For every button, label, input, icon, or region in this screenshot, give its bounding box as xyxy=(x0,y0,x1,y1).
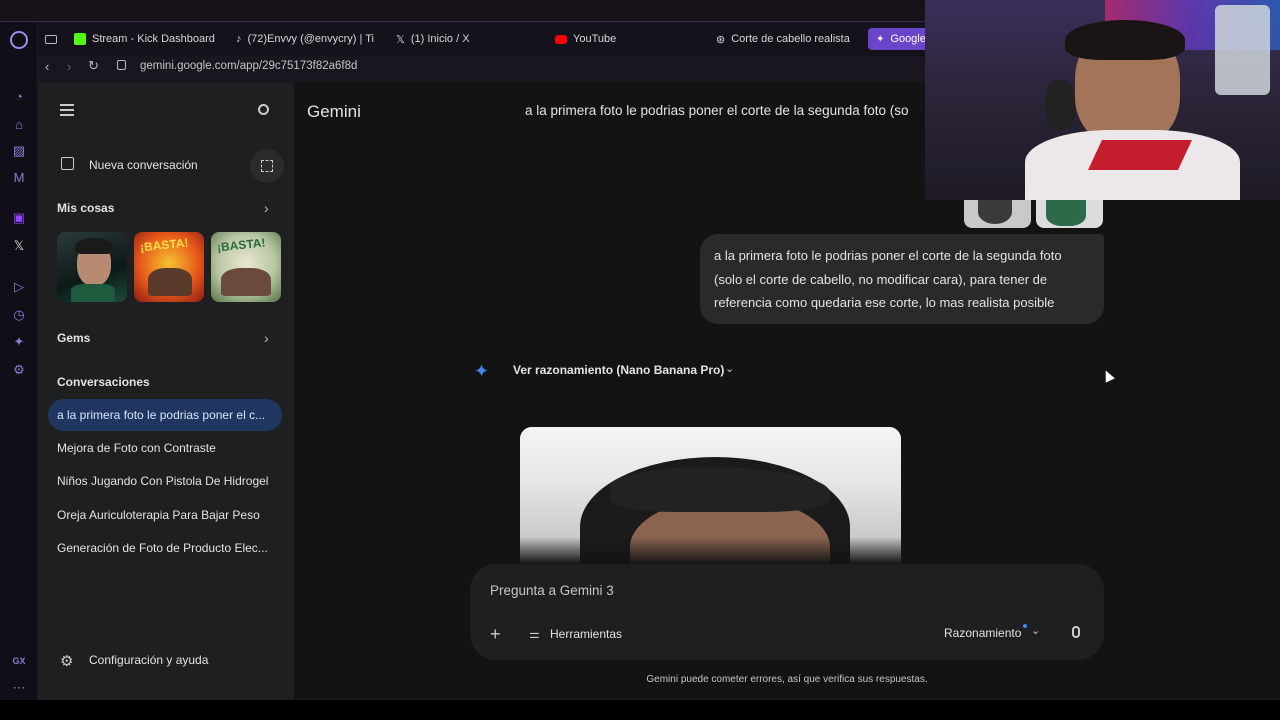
tab-label: Stream - Kick Dashboard xyxy=(92,33,215,45)
tab-label: YouTube xyxy=(573,33,617,45)
tab-label: (72)Envvy (@envycry) | Ti xyxy=(247,33,375,45)
disclaimer-text: Gemini puede cometer errores, así que ve… xyxy=(646,674,928,685)
conversations-heading: Conversaciones xyxy=(57,375,150,389)
chevron-right-icon[interactable]: › xyxy=(264,200,269,216)
aria-icon[interactable]: ◔ xyxy=(11,89,27,105)
reload-icon[interactable]: ↻ xyxy=(88,58,99,74)
prompt-composer xyxy=(470,564,1104,660)
new-chat-button[interactable]: Nueva conversación xyxy=(89,158,198,172)
kick-icon xyxy=(74,33,86,45)
generated-image[interactable] xyxy=(520,427,901,564)
tab-tiktok[interactable]: ♪ (72)Envvy (@envycry) | Ti xyxy=(236,30,376,48)
tab-gemini-active[interactable]: ✦ Google xyxy=(868,28,925,50)
extensions-icon[interactable]: ✦ xyxy=(11,334,27,350)
player-icon[interactable]: ▷ xyxy=(11,279,27,295)
settings-rail-icon[interactable]: ⚙ xyxy=(11,362,27,378)
opera-sidebar-rail: ◔ ⌂ ▨ M ▣ 𝕏 ▷ ◷ ✦ ⚙ GX ⋯ xyxy=(0,22,38,700)
tools-icon[interactable]: ⚌ xyxy=(529,627,540,641)
settings-help-button[interactable]: Configuración y ayuda xyxy=(89,653,208,667)
tab-label: Google xyxy=(890,33,925,45)
tab-x[interactable]: 𝕏 (1) Inicio / X xyxy=(396,30,546,48)
show-reasoning-toggle[interactable]: Ver razonamiento (Nano Banana Pro) xyxy=(513,363,724,377)
my-stuff-heading[interactable]: Mis cosas xyxy=(57,201,114,215)
chevron-down-icon[interactable]: ⌄ xyxy=(725,362,734,375)
tab-youtube[interactable]: YouTube xyxy=(555,30,705,48)
chatgpt-icon: ⊛ xyxy=(716,33,726,46)
new-chat-icon[interactable] xyxy=(61,157,74,170)
prompt-input[interactable]: Pregunta a Gemini 3 xyxy=(490,583,614,598)
tiktok-icon: ♪ xyxy=(236,33,242,45)
tabs-icon[interactable]: ▨ xyxy=(11,143,27,159)
my-stuff-thumbnail-basta-2[interactable]: ¡BASTA! xyxy=(211,232,281,302)
temporary-chat-icon xyxy=(261,160,273,172)
tab-list-icon[interactable] xyxy=(45,30,57,48)
mode-chevron-icon[interactable]: ⌄ xyxy=(1031,624,1040,637)
my-stuff-thumbnail-basta-1[interactable]: ¡BASTA! xyxy=(134,232,204,302)
attached-image-1[interactable] xyxy=(964,200,1031,228)
screen-bottom-border xyxy=(0,700,1280,720)
tab-label: Corte de cabello realista xyxy=(731,33,850,45)
conversation-item[interactable]: Oreja Auriculoterapia Para Bajar Peso xyxy=(57,508,277,522)
gems-heading[interactable]: Gems xyxy=(57,331,90,345)
chat-title[interactable]: a la primera foto le podrias poner el co… xyxy=(525,103,925,118)
conversation-item[interactable]: Mejora de Foto con Contraste xyxy=(57,441,277,455)
lock-icon xyxy=(117,60,126,70)
my-stuff-thumbnail-portrait[interactable] xyxy=(57,232,127,302)
thumb-title: ¡BASTA! xyxy=(139,235,190,255)
forward-icon[interactable]: › xyxy=(67,59,71,74)
opera-logo-icon[interactable] xyxy=(10,31,28,49)
add-attachment-icon[interactable]: + xyxy=(490,624,501,645)
tab-label: (1) Inicio / X xyxy=(410,33,470,45)
url-field[interactable]: gemini.google.com/app/29c75173f82a6f8d xyxy=(140,60,357,72)
menu-icon[interactable] xyxy=(60,104,74,116)
x-rail-icon[interactable]: 𝕏 xyxy=(11,238,27,254)
mode-indicator-dot xyxy=(1023,624,1027,628)
temporary-chat-button[interactable] xyxy=(250,149,284,183)
gems-chevron-icon[interactable]: › xyxy=(264,330,269,346)
youtube-icon xyxy=(555,34,567,44)
gx-label: GX xyxy=(12,656,26,666)
twitch-icon[interactable]: ▣ xyxy=(11,210,27,226)
mode-selector[interactable]: Razonamiento xyxy=(944,626,1021,640)
attached-image-2[interactable] xyxy=(1036,200,1103,228)
gemini-spark-icon: ✦ xyxy=(474,361,490,381)
thumb-title: ¡BASTA! xyxy=(216,235,267,255)
gemini-icon: ✦ xyxy=(876,33,885,45)
conversation-item[interactable]: Niños Jugando Con Pistola De Hidrogel xyxy=(57,474,277,488)
tools-button[interactable]: Herramientas xyxy=(550,627,622,641)
back-icon[interactable]: ‹ xyxy=(45,59,49,74)
more-icon[interactable]: ⋯ xyxy=(11,680,27,696)
webcam-overlay xyxy=(925,0,1280,200)
tab-chatgpt[interactable]: ⊛ Corte de cabello realista xyxy=(716,30,866,48)
history-icon[interactable]: ◷ xyxy=(11,307,27,323)
tab-kick[interactable]: Stream - Kick Dashboard xyxy=(74,30,224,48)
user-message-bubble: a la primera foto le podrias poner el co… xyxy=(700,234,1104,324)
conversation-item[interactable]: a la primera foto le podrias poner el c.… xyxy=(57,408,277,422)
workspaces-icon[interactable]: ⌂ xyxy=(11,117,27,133)
search-icon[interactable] xyxy=(258,104,269,115)
settings-gear-icon[interactable]: ⚙ xyxy=(60,652,73,670)
microphone-icon[interactable] xyxy=(1072,626,1080,638)
conversation-item[interactable]: Generación de Foto de Producto Elec... xyxy=(57,541,277,555)
x-icon: 𝕏 xyxy=(396,33,405,46)
app-title[interactable]: Gemini xyxy=(307,102,361,122)
messenger-icon[interactable]: M xyxy=(11,170,27,186)
